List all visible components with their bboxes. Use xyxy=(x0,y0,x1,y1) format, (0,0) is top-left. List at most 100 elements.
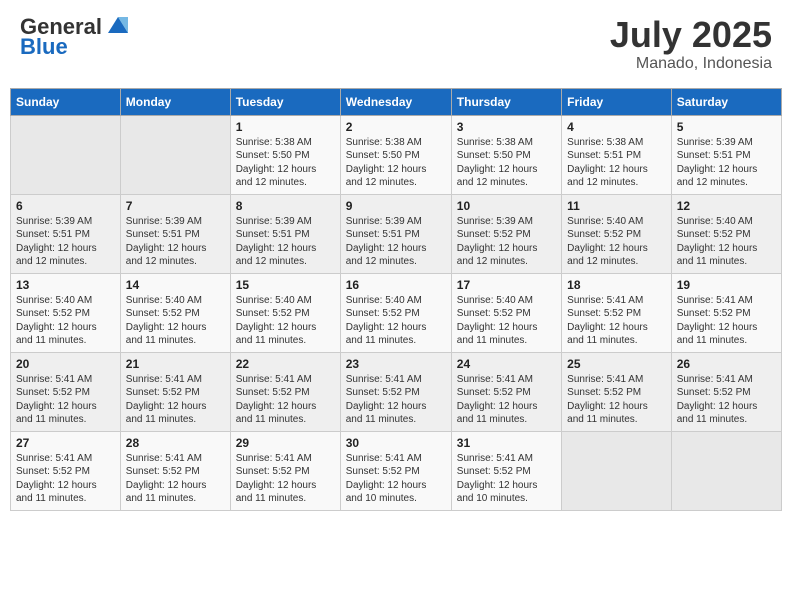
column-header-sunday: Sunday xyxy=(11,88,121,115)
calendar-week-row: 6 Sunrise: 5:39 AM Sunset: 5:51 PM Daylig… xyxy=(11,194,782,273)
calendar-cell: 31 Sunrise: 5:41 AM Sunset: 5:52 PM Dayli… xyxy=(451,431,561,510)
logo-text: General Blue xyxy=(20,15,132,59)
calendar-cell: 5 Sunrise: 5:39 AM Sunset: 5:51 PM Daylig… xyxy=(671,115,781,194)
day-number: 11 xyxy=(567,199,666,213)
column-header-tuesday: Tuesday xyxy=(230,88,340,115)
day-detail: Sunrise: 5:39 AM Sunset: 5:51 PM Dayligh… xyxy=(346,215,446,269)
day-detail: Sunrise: 5:38 AM Sunset: 5:51 PM Dayligh… xyxy=(567,136,666,190)
column-header-monday: Monday xyxy=(120,88,230,115)
page-header: General Blue July 2025 Manado, Indonesia xyxy=(10,10,782,78)
calendar-cell: 8 Sunrise: 5:39 AM Sunset: 5:51 PM Daylig… xyxy=(230,194,340,273)
calendar-cell xyxy=(11,115,121,194)
column-header-wednesday: Wednesday xyxy=(340,88,451,115)
column-header-thursday: Thursday xyxy=(451,88,561,115)
day-number: 10 xyxy=(457,199,556,213)
day-detail: Sunrise: 5:40 AM Sunset: 5:52 PM Dayligh… xyxy=(677,215,776,269)
calendar-cell: 3 Sunrise: 5:38 AM Sunset: 5:50 PM Daylig… xyxy=(451,115,561,194)
day-detail: Sunrise: 5:41 AM Sunset: 5:52 PM Dayligh… xyxy=(16,373,115,427)
column-header-saturday: Saturday xyxy=(671,88,781,115)
day-number: 28 xyxy=(126,436,225,450)
day-detail: Sunrise: 5:41 AM Sunset: 5:52 PM Dayligh… xyxy=(346,452,446,506)
calendar-cell xyxy=(562,431,672,510)
calendar-cell: 11 Sunrise: 5:40 AM Sunset: 5:52 PM Dayli… xyxy=(562,194,672,273)
day-detail: Sunrise: 5:41 AM Sunset: 5:52 PM Dayligh… xyxy=(16,452,115,506)
day-detail: Sunrise: 5:40 AM Sunset: 5:52 PM Dayligh… xyxy=(457,294,556,348)
day-number: 27 xyxy=(16,436,115,450)
day-number: 12 xyxy=(677,199,776,213)
day-number: 23 xyxy=(346,357,446,371)
day-number: 25 xyxy=(567,357,666,371)
day-number: 24 xyxy=(457,357,556,371)
calendar-week-row: 27 Sunrise: 5:41 AM Sunset: 5:52 PM Dayli… xyxy=(11,431,782,510)
calendar-cell: 1 Sunrise: 5:38 AM Sunset: 5:50 PM Daylig… xyxy=(230,115,340,194)
logo-icon xyxy=(104,13,132,37)
day-detail: Sunrise: 5:40 AM Sunset: 5:52 PM Dayligh… xyxy=(567,215,666,269)
day-number: 16 xyxy=(346,278,446,292)
calendar-cell: 22 Sunrise: 5:41 AM Sunset: 5:52 PM Dayli… xyxy=(230,352,340,431)
calendar-cell xyxy=(671,431,781,510)
calendar-week-row: 1 Sunrise: 5:38 AM Sunset: 5:50 PM Daylig… xyxy=(11,115,782,194)
logo-blue: Blue xyxy=(20,35,132,59)
location: Manado, Indonesia xyxy=(610,55,772,73)
calendar-week-row: 20Sunrise: 5:41 AM Sunset: 5:52 PM Dayli… xyxy=(11,352,782,431)
day-number: 3 xyxy=(457,120,556,134)
day-detail: Sunrise: 5:41 AM Sunset: 5:52 PM Dayligh… xyxy=(126,452,225,506)
calendar-cell: 2Sunrise: 5:38 AM Sunset: 5:50 PM Daylig… xyxy=(340,115,451,194)
day-number: 30 xyxy=(346,436,446,450)
calendar-cell: 27 Sunrise: 5:41 AM Sunset: 5:52 PM Dayli… xyxy=(11,431,121,510)
day-number: 6 xyxy=(16,199,115,213)
day-number: 5 xyxy=(677,120,776,134)
column-header-friday: Friday xyxy=(562,88,672,115)
calendar-cell: 19 Sunrise: 5:41 AM Sunset: 5:52 PM Dayli… xyxy=(671,273,781,352)
day-detail: Sunrise: 5:39 AM Sunset: 5:51 PM Dayligh… xyxy=(126,215,225,269)
day-number: 19 xyxy=(677,278,776,292)
day-number: 31 xyxy=(457,436,556,450)
calendar-cell: 21Sunrise: 5:41 AM Sunset: 5:52 PM Dayli… xyxy=(120,352,230,431)
day-number: 7 xyxy=(126,199,225,213)
day-detail: Sunrise: 5:39 AM Sunset: 5:51 PM Dayligh… xyxy=(677,136,776,190)
calendar-header-row: SundayMondayTuesdayWednesdayThursdayFrid… xyxy=(11,88,782,115)
day-number: 1 xyxy=(236,120,335,134)
calendar-cell: 7 Sunrise: 5:39 AM Sunset: 5:51 PM Daylig… xyxy=(120,194,230,273)
calendar-cell: 13 Sunrise: 5:40 AM Sunset: 5:52 PM Dayli… xyxy=(11,273,121,352)
day-detail: Sunrise: 5:39 AM Sunset: 5:51 PM Dayligh… xyxy=(236,215,335,269)
day-number: 8 xyxy=(236,199,335,213)
calendar-cell: 20Sunrise: 5:41 AM Sunset: 5:52 PM Dayli… xyxy=(11,352,121,431)
day-detail: Sunrise: 5:40 AM Sunset: 5:52 PM Dayligh… xyxy=(236,294,335,348)
day-number: 21 xyxy=(126,357,225,371)
day-detail: Sunrise: 5:40 AM Sunset: 5:52 PM Dayligh… xyxy=(16,294,115,348)
day-detail: Sunrise: 5:41 AM Sunset: 5:52 PM Dayligh… xyxy=(346,373,446,427)
calendar-cell: 9Sunrise: 5:39 AM Sunset: 5:51 PM Daylig… xyxy=(340,194,451,273)
calendar-cell: 24 Sunrise: 5:41 AM Sunset: 5:52 PM Dayli… xyxy=(451,352,561,431)
calendar-cell xyxy=(120,115,230,194)
day-number: 22 xyxy=(236,357,335,371)
day-detail: Sunrise: 5:41 AM Sunset: 5:52 PM Dayligh… xyxy=(236,452,335,506)
calendar-week-row: 13 Sunrise: 5:40 AM Sunset: 5:52 PM Dayli… xyxy=(11,273,782,352)
calendar-cell: 30 Sunrise: 5:41 AM Sunset: 5:52 PM Dayli… xyxy=(340,431,451,510)
day-number: 18 xyxy=(567,278,666,292)
day-detail: Sunrise: 5:38 AM Sunset: 5:50 PM Dayligh… xyxy=(346,136,446,190)
day-number: 13 xyxy=(16,278,115,292)
calendar-cell: 26Sunrise: 5:41 AM Sunset: 5:52 PM Dayli… xyxy=(671,352,781,431)
day-detail: Sunrise: 5:41 AM Sunset: 5:52 PM Dayligh… xyxy=(457,452,556,506)
calendar-cell: 14Sunrise: 5:40 AM Sunset: 5:52 PM Dayli… xyxy=(120,273,230,352)
day-number: 14 xyxy=(126,278,225,292)
day-detail: Sunrise: 5:41 AM Sunset: 5:52 PM Dayligh… xyxy=(457,373,556,427)
calendar-cell: 29 Sunrise: 5:41 AM Sunset: 5:52 PM Dayli… xyxy=(230,431,340,510)
calendar-cell: 23 Sunrise: 5:41 AM Sunset: 5:52 PM Dayli… xyxy=(340,352,451,431)
calendar-cell: 17Sunrise: 5:40 AM Sunset: 5:52 PM Dayli… xyxy=(451,273,561,352)
day-number: 15 xyxy=(236,278,335,292)
month-title: July 2025 xyxy=(610,15,772,55)
calendar-cell: 4Sunrise: 5:38 AM Sunset: 5:51 PM Daylig… xyxy=(562,115,672,194)
day-detail: Sunrise: 5:41 AM Sunset: 5:52 PM Dayligh… xyxy=(677,294,776,348)
calendar-cell: 16Sunrise: 5:40 AM Sunset: 5:52 PM Dayli… xyxy=(340,273,451,352)
day-number: 29 xyxy=(236,436,335,450)
calendar-cell: 6Sunrise: 5:39 AM Sunset: 5:51 PM Daylig… xyxy=(11,194,121,273)
day-detail: Sunrise: 5:41 AM Sunset: 5:52 PM Dayligh… xyxy=(677,373,776,427)
day-detail: Sunrise: 5:38 AM Sunset: 5:50 PM Dayligh… xyxy=(236,136,335,190)
calendar-cell: 25Sunrise: 5:41 AM Sunset: 5:52 PM Dayli… xyxy=(562,352,672,431)
day-detail: Sunrise: 5:38 AM Sunset: 5:50 PM Dayligh… xyxy=(457,136,556,190)
logo: General Blue xyxy=(20,15,132,59)
day-detail: Sunrise: 5:41 AM Sunset: 5:52 PM Dayligh… xyxy=(236,373,335,427)
day-detail: Sunrise: 5:41 AM Sunset: 5:52 PM Dayligh… xyxy=(567,294,666,348)
